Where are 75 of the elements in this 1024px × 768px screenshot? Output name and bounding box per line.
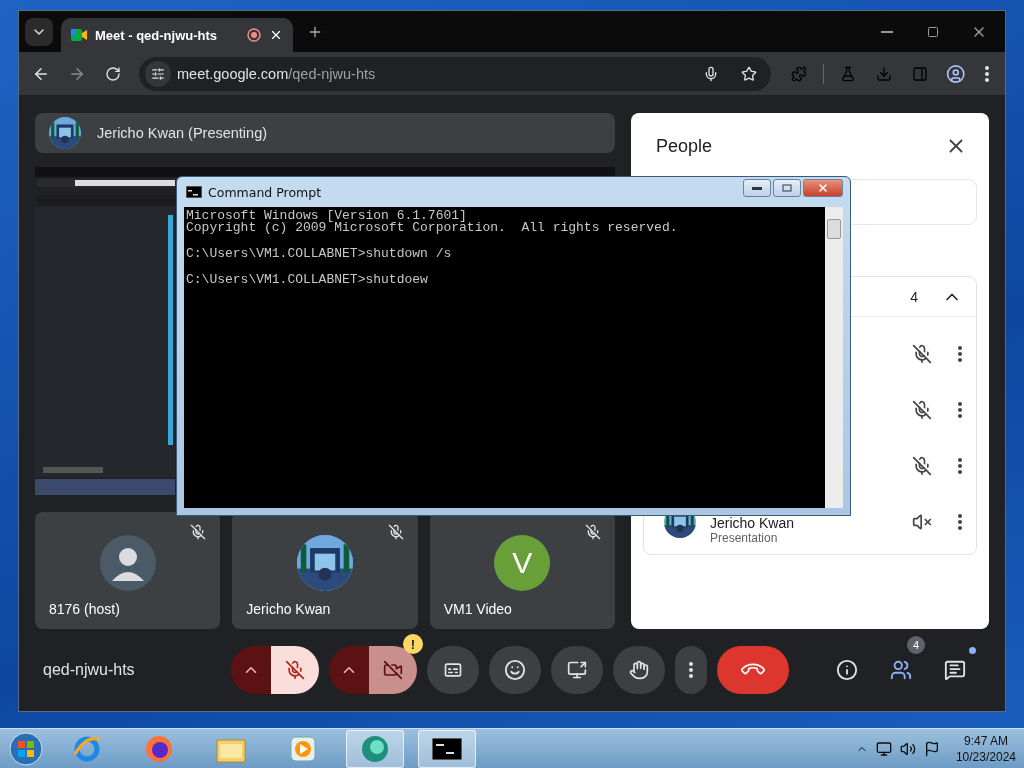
hand-icon: [629, 660, 649, 680]
count-badge: 4: [907, 636, 925, 654]
presenter-label: Jericho Kwan (Presenting): [97, 125, 268, 141]
more-button[interactable]: [675, 646, 707, 694]
clock[interactable]: 9:47 AM 10/23/2024: [955, 732, 1016, 765]
info-icon: [836, 659, 858, 681]
camera-button[interactable]: [369, 646, 417, 694]
tab-search-button[interactable]: [25, 17, 53, 46]
participant-role: Presentation: [710, 531, 779, 545]
sliders-icon: [151, 66, 165, 81]
minimize-icon: [881, 30, 893, 33]
mic-off-icon[interactable]: [912, 344, 932, 364]
chat-icon: [944, 659, 966, 681]
mic-off-icon[interactable]: [912, 400, 932, 420]
more-icon[interactable]: [958, 458, 962, 474]
participant-count: 4: [910, 288, 918, 305]
panel-title: People: [656, 135, 713, 157]
mic-off-icon: [285, 660, 305, 680]
raise-hand-button[interactable]: [613, 646, 665, 694]
console-icon[interactable]: [432, 737, 462, 760]
smiley-icon: [504, 659, 526, 681]
volume-icon[interactable]: [899, 740, 916, 757]
more-icon: [689, 662, 693, 678]
console-line: Copyright (c) 2009 Microsoft Corporation. All rights reserved.: [186, 222, 679, 234]
participant-name: Jericho Kwan: [710, 515, 796, 531]
site-info-button[interactable]: [145, 60, 171, 87]
screen-share-icon: [567, 660, 587, 680]
console-line: C:\Users\VM1.COLLABNET>shutdoew: [186, 274, 429, 286]
window-title: Command Prompt: [208, 184, 322, 200]
microphone-button[interactable]: [271, 646, 319, 694]
hang-up-button[interactable]: [717, 646, 789, 694]
mic-off-icon[interactable]: [912, 456, 932, 476]
microphone-icon[interactable]: [703, 65, 719, 82]
speaker-off-icon[interactable]: [912, 512, 932, 532]
letter-avatar: V: [494, 534, 551, 591]
browser-tab[interactable]: Meet - qed-njwu-hts: [61, 18, 293, 52]
console-line: Microsoft Windows [Version 6.1.7601]: [186, 210, 467, 222]
present-button[interactable]: [551, 646, 603, 694]
more-icon[interactable]: [958, 402, 962, 418]
close-tab-icon[interactable]: [269, 28, 283, 42]
flag-icon[interactable]: [923, 740, 940, 757]
console-icon: [186, 186, 202, 198]
warning-badge: !: [403, 634, 423, 654]
minimize-icon: [752, 186, 762, 190]
close-button[interactable]: [803, 179, 843, 197]
participant-name: 8176 (host): [49, 601, 120, 617]
emoji-button[interactable]: [489, 646, 541, 694]
console-line: C:\Users\VM1.COLLABNET>shutdown /s: [186, 248, 453, 260]
recording-icon: [247, 28, 261, 42]
meeting-code: qed-njwu-hts: [42, 661, 136, 679]
participant-name: VM1 Video: [443, 601, 512, 617]
bookmark-star-icon[interactable]: [741, 65, 757, 82]
console-area[interactable]: Microsoft Windows [Version 6.1.7601] Copyright (c) 2009 Microsoft Corporation. All rights reserved. C:\Users\VM1.COLLABNET>shutdown /s C:\Users\VM1.COLLABNET>shutdoew: [184, 207, 825, 508]
participant-name: Jericho Kwan: [246, 601, 331, 617]
menu-icon[interactable]: [985, 65, 990, 82]
bubble-icon[interactable]: [359, 733, 391, 764]
minimize-button[interactable]: [743, 179, 771, 197]
people-icon: [890, 659, 912, 681]
maximize-icon: [782, 184, 792, 192]
reload-icon: [105, 65, 121, 82]
start-orb-icon[interactable]: [8, 730, 44, 767]
play-icon[interactable]: [289, 734, 317, 763]
more-icon[interactable]: [958, 346, 962, 362]
captions-icon: [443, 660, 463, 680]
fox-globe-icon[interactable]: [144, 733, 174, 764]
scrollbar[interactable]: [825, 207, 843, 508]
camera-logo-icon: [71, 28, 87, 42]
profile-icon[interactable]: [945, 62, 966, 85]
maximize-icon: [927, 25, 939, 38]
network-icon[interactable]: [875, 740, 892, 757]
captions-button[interactable]: [427, 646, 479, 694]
close-icon: [817, 182, 829, 194]
address-bar[interactable]: meet.google.com/qed-njwu-hts: [139, 56, 771, 91]
camera-off-icon: [383, 660, 403, 680]
more-icon[interactable]: [958, 514, 962, 530]
